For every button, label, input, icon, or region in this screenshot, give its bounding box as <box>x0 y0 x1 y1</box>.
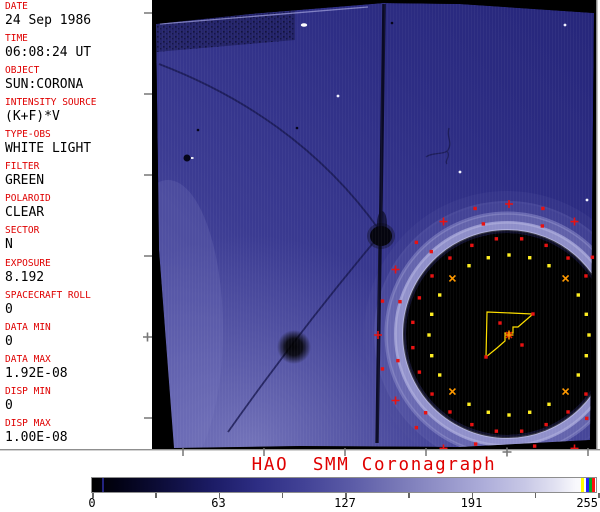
ring-dot <box>528 410 532 414</box>
ring-dot <box>467 264 471 268</box>
ring-dot <box>590 255 595 259</box>
dark-speck <box>390 21 394 25</box>
ring-dot <box>584 312 588 316</box>
colorbar-tick-label: 127 <box>334 496 356 510</box>
ring-dot <box>473 442 478 446</box>
white-speck <box>336 94 340 98</box>
left-axis-tick <box>144 93 152 95</box>
ring-dot <box>519 429 524 433</box>
ring-dot <box>423 411 428 415</box>
ring-dot <box>438 373 442 377</box>
ring-dot <box>566 410 570 414</box>
ring-dot <box>494 429 499 433</box>
ring-dot <box>473 206 477 211</box>
ring-dot <box>547 264 551 268</box>
ring-dot <box>584 392 588 396</box>
colorbar-overlay-stripe <box>581 478 584 492</box>
colorbar-overlay-stripe <box>591 478 595 492</box>
white-speck <box>563 23 567 27</box>
ring-dot <box>470 422 474 427</box>
white-speck <box>585 198 589 202</box>
ring-dot <box>429 249 433 254</box>
ring-dot <box>396 358 400 363</box>
ring-dot <box>498 321 502 325</box>
colorbar-tick <box>408 493 410 498</box>
sun-center-row-plus-mark <box>143 332 152 342</box>
colorbar-tick-label: 0 <box>88 496 96 510</box>
ring-dot <box>584 274 588 278</box>
ring-dot <box>448 256 452 260</box>
ring-dot <box>531 312 535 316</box>
ring-dot <box>411 320 415 325</box>
left-axis-tick <box>144 255 152 257</box>
colorbar-tick <box>598 493 600 498</box>
colorbar-lut-stripe <box>102 478 104 492</box>
exposure-frame <box>156 3 594 448</box>
ring-dot <box>481 222 486 226</box>
ring-dot <box>507 413 511 417</box>
left-axis-tick <box>144 417 152 419</box>
right-border-line <box>596 0 598 450</box>
white-speck <box>458 170 462 174</box>
ring-dot <box>494 237 499 241</box>
left-axis-tick <box>144 12 152 14</box>
colorbar-tick <box>534 493 537 498</box>
ring-dot <box>380 299 385 303</box>
ring-dot <box>576 373 580 377</box>
ring-dot <box>486 256 490 260</box>
ring-dot <box>414 425 419 430</box>
coronagraph-image <box>0 0 600 457</box>
ring-dot <box>532 444 537 448</box>
white-speck <box>191 157 194 159</box>
ring-dot <box>528 256 532 260</box>
ring-dot <box>587 333 591 337</box>
ring-dot <box>544 243 548 248</box>
ring-dot <box>414 240 419 245</box>
ring-dot <box>547 402 551 406</box>
page-title: HAO SMM Coronagraph <box>251 455 497 475</box>
ring-dot <box>430 392 434 396</box>
ring-dot <box>520 343 524 347</box>
dark-speck <box>196 128 200 132</box>
ring-dot <box>484 355 488 359</box>
ring-dot <box>576 293 580 297</box>
ring-dot <box>427 333 431 337</box>
bottom-axis-tick <box>182 448 184 456</box>
ring-dot <box>430 354 434 358</box>
left-axis-tick <box>144 174 152 176</box>
ring-dot <box>438 293 442 297</box>
colorbar-tick <box>281 493 284 498</box>
ring-dot <box>519 237 524 241</box>
ring-dot <box>585 416 589 421</box>
ring-dot <box>544 422 548 427</box>
intensity-colorbar <box>91 477 597 493</box>
ring-dot <box>467 402 471 406</box>
ring-dot <box>486 410 490 414</box>
ring-dot <box>398 299 402 304</box>
ring-dot <box>470 243 474 248</box>
colorbar-gradient <box>92 478 596 492</box>
colorbar-tick <box>155 493 157 498</box>
ring-dot <box>584 354 588 358</box>
colorbar-tick-label: 255 <box>576 496 598 510</box>
bottom-axis-tick <box>587 448 589 456</box>
ring-dot <box>430 274 434 278</box>
ring-dot <box>566 256 570 260</box>
ring-dot <box>417 296 422 300</box>
dark-speck <box>295 126 299 130</box>
ring-dot <box>417 370 422 374</box>
ring-dot <box>541 206 545 211</box>
ring-dot <box>411 345 415 350</box>
ring-dot <box>430 312 434 316</box>
dark-speck <box>183 154 191 162</box>
ring-dot <box>380 367 385 371</box>
ring-dot <box>507 253 511 257</box>
colorbar-tick-label: 191 <box>460 496 483 510</box>
ring-dot <box>540 224 545 228</box>
colorbar-tick-label: 63 <box>211 496 226 510</box>
white-speck <box>300 23 308 27</box>
ring-dot <box>448 410 452 414</box>
bottom-border-line <box>0 449 600 451</box>
